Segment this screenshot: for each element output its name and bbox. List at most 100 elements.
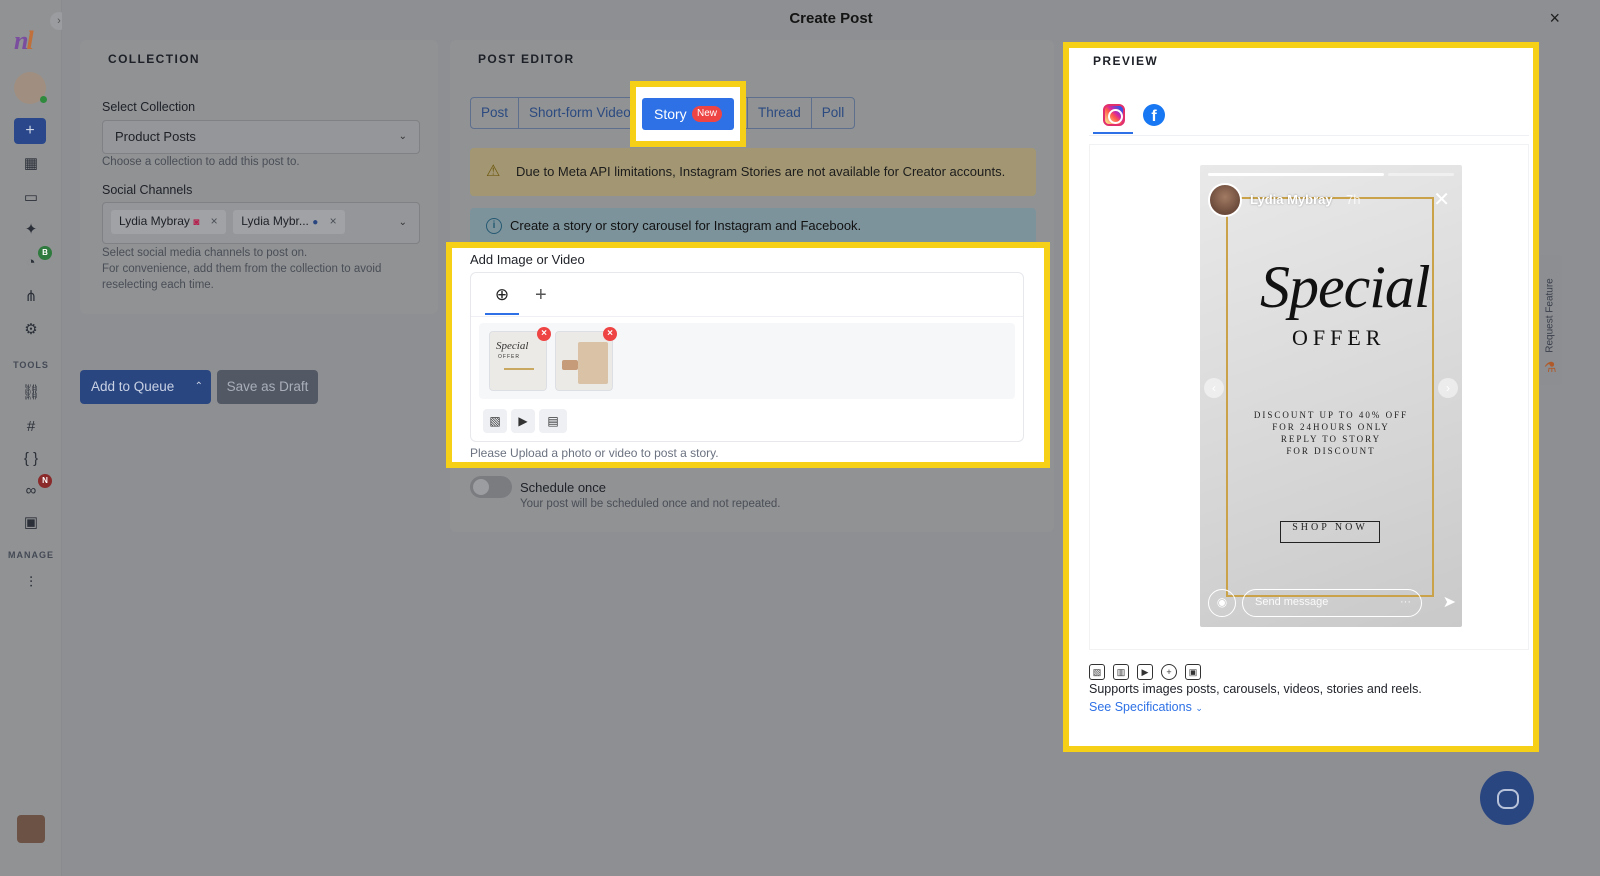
channels-hint-line: reselecting each time.: [102, 279, 214, 291]
request-feature-tab[interactable]: Request Feature ⚗: [1540, 255, 1562, 385]
close-icon: ✕: [1433, 189, 1450, 211]
story-description: DISCOUNT UP TO 40% OFF FOR 24HOURS ONLY …: [1220, 409, 1442, 457]
modal-title: Create Post: [789, 10, 873, 27]
send-message-placeholder: Send message: [1255, 596, 1329, 608]
chevron-up-icon[interactable]: ⌃: [195, 370, 203, 404]
chevron-left-icon[interactable]: ‹: [1204, 378, 1224, 398]
carousel-icon: ▥: [1113, 664, 1129, 680]
preview-section-title: PREVIEW: [1093, 54, 1159, 68]
add-to-queue-button[interactable]: Add to Queue ⌃: [80, 370, 211, 404]
story-tab-highlight: Story New: [630, 81, 746, 147]
see-specifications-link[interactable]: See Specifications ⌄: [1089, 700, 1203, 714]
story-icon: +: [1161, 664, 1177, 680]
channels-hint: Select social media channels to post on.…: [102, 245, 422, 293]
chat-support-button[interactable]: [1480, 771, 1534, 825]
channel-chip-label: Lydia Mybr...: [241, 214, 309, 228]
camera-icon: ◉: [1208, 589, 1236, 617]
folder-icon[interactable]: ▭: [20, 187, 42, 209]
thumbnail-decoration: [504, 368, 534, 370]
tab-short-form-video[interactable]: Short-form Video: [519, 98, 635, 128]
braces-icon[interactable]: { }: [20, 448, 42, 470]
sliders-icon[interactable]: ⫶: [20, 572, 42, 594]
tab-poll[interactable]: Poll: [812, 98, 855, 128]
channel-chip-facebook: Lydia Mybr... ● ×: [233, 210, 345, 234]
remove-channel-icon[interactable]: ×: [330, 214, 337, 228]
shop-now-button: SHOP NOW: [1280, 521, 1380, 543]
manage-section-label: MANAGE: [8, 550, 54, 560]
story-description-line: DISCOUNT UP TO 40% OFF: [1253, 410, 1409, 420]
magic-wand-icon[interactable]: ✦: [20, 219, 42, 241]
remove-channel-icon[interactable]: ×: [211, 214, 218, 228]
globe-icon[interactable]: ⊕: [485, 283, 519, 315]
thumbnail-subtitle: OFFER: [498, 354, 520, 360]
user-avatar[interactable]: [17, 815, 45, 843]
instagram-icon[interactable]: [1103, 104, 1125, 126]
media-thumbnail[interactable]: [555, 331, 613, 391]
analytics-badge: B: [38, 246, 52, 260]
remove-media-icon[interactable]: ×: [537, 327, 551, 341]
add-source-icon[interactable]: +: [535, 283, 547, 307]
info-text: Create a story or story carousel for Ins…: [510, 218, 862, 233]
warning-text: Due to Meta API limitations, Instagram S…: [516, 164, 1006, 179]
image-upload-icon[interactable]: ▧: [483, 409, 507, 433]
media-thumbnail[interactable]: Special OFFER: [489, 331, 547, 391]
hashtag-icon[interactable]: #: [20, 416, 42, 438]
tab-story[interactable]: Story New: [642, 98, 734, 130]
story-description-line: REPLY TO STORY: [1280, 434, 1382, 444]
request-feature-label: Request Feature: [1544, 278, 1556, 353]
instagram-icon: ◙: [193, 217, 200, 228]
media-uploader: ⊕ + Special OFFER × × ▧ ▶ ▤: [470, 272, 1024, 442]
schedule-once-label: Schedule once: [520, 480, 607, 495]
story-info-banner: i Create a story or story carousel for I…: [470, 208, 1036, 244]
create-post-button[interactable]: +: [14, 118, 46, 144]
links-badge: N: [38, 474, 52, 488]
story-subhead: OFFER: [1292, 325, 1386, 350]
tab-post[interactable]: Post: [471, 98, 520, 128]
story-description-line: FOR 24HOURS ONLY: [1272, 422, 1390, 432]
social-channels-label: Social Channels: [102, 183, 193, 197]
chevron-down-icon: ⌄: [1195, 703, 1203, 713]
media-hint: Please Upload a photo or video to post a…: [470, 446, 719, 460]
settings-icon[interactable]: ⚙: [20, 319, 42, 341]
tab-story-label: Story: [654, 106, 687, 122]
media-library-icon[interactable]: ▣: [20, 512, 42, 534]
chevron-down-icon: ⌄: [398, 217, 407, 228]
sidebar-rail: nl › + ▦ ▭ ✦ ◔ B ⋔ ⚙ TOOLS ⛓ # { } ∞ N ▣…: [0, 0, 68, 876]
calendar-icon[interactable]: ▦: [20, 153, 42, 175]
supported-formats: ▧ ▥ ▶ + ▣: [1089, 664, 1201, 680]
social-channels-select[interactable]: Lydia Mybray ◙ × Lydia Mybr... ● × ⌄: [102, 202, 420, 244]
remove-media-icon[interactable]: ×: [603, 327, 617, 341]
link-icon[interactable]: ⛓: [20, 382, 42, 404]
story-progress-bar: [1208, 173, 1384, 176]
workspace-avatar[interactable]: [14, 72, 47, 104]
tools-section-label: TOOLS: [13, 360, 49, 370]
media-library-icon[interactable]: ▤: [539, 409, 567, 433]
schedule-once-hint: Your post will be scheduled once and not…: [520, 498, 781, 510]
logo-letter-l: l: [26, 26, 33, 55]
thumbnail-photo: [578, 342, 608, 384]
save-as-draft-button[interactable]: Save as Draft: [217, 370, 318, 404]
facebook-icon[interactable]: f: [1143, 104, 1165, 126]
image-icon: ▧: [1089, 664, 1105, 680]
flask-icon: ⚗: [1544, 359, 1557, 375]
story-headline: Special: [1260, 254, 1431, 320]
meta-warning-banner: ⚠ Due to Meta API limitations, Instagram…: [470, 148, 1036, 196]
add-media-label: Add Image or Video: [470, 252, 585, 267]
info-icon: i: [486, 218, 502, 234]
app-logo[interactable]: nl: [14, 26, 34, 56]
video-upload-icon[interactable]: ▶: [511, 409, 535, 433]
profile-name: Lydia Mybray: [1250, 192, 1333, 207]
collection-card: COLLECTION Select Collection Product Pos…: [80, 40, 438, 314]
thumbnail-title: Special: [496, 340, 529, 352]
chevron-right-icon[interactable]: ›: [1438, 378, 1458, 398]
post-editor-section-title: POST EDITOR: [478, 52, 575, 66]
collection-select[interactable]: Product Posts ⌄: [102, 120, 420, 154]
share-icon[interactable]: ⋔: [20, 286, 42, 308]
see-specifications-label: See Specifications: [1089, 700, 1192, 714]
close-icon[interactable]: ×: [1549, 8, 1560, 29]
select-collection-label: Select Collection: [102, 100, 196, 114]
facebook-icon: ●: [312, 217, 319, 228]
schedule-once-toggle[interactable]: [470, 476, 512, 498]
tab-thread[interactable]: Thread: [748, 98, 812, 128]
send-icon: ➤: [1442, 594, 1456, 611]
